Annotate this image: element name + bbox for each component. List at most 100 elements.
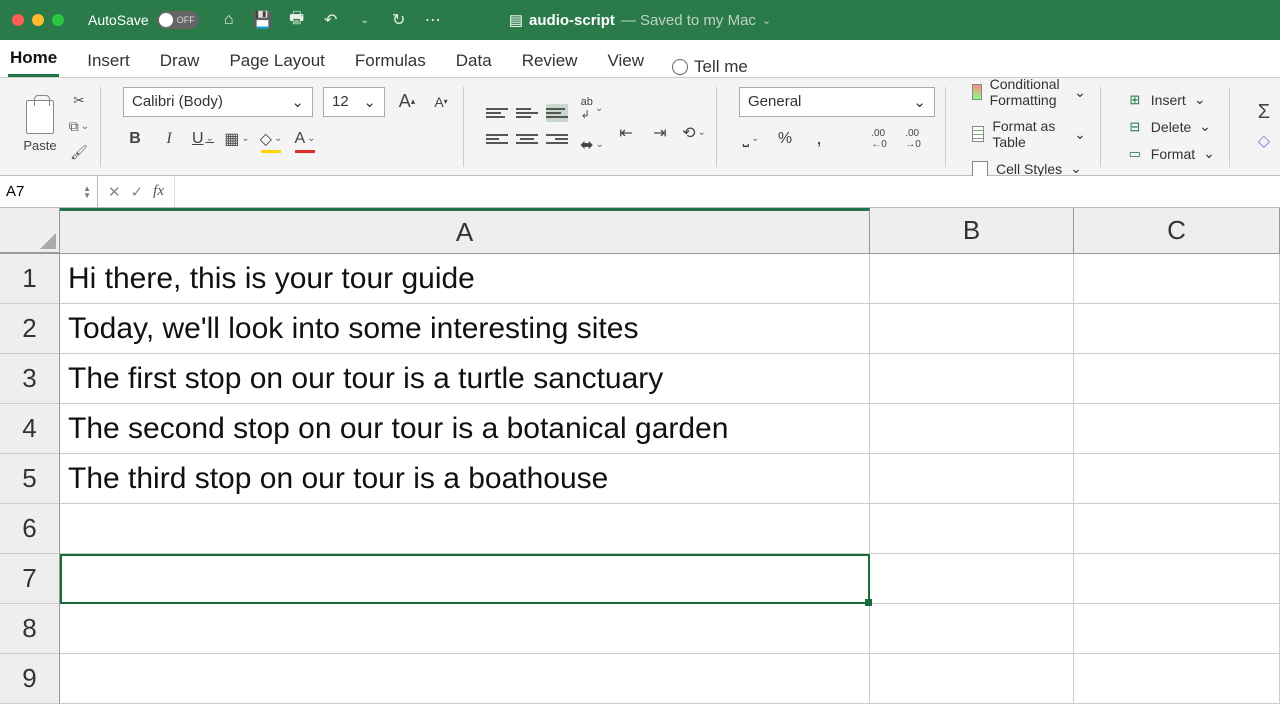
- redo-icon[interactable]: ↻: [389, 10, 409, 30]
- zoom-window[interactable]: [52, 14, 64, 26]
- save-icon[interactable]: 💾: [253, 10, 273, 30]
- close-window[interactable]: [12, 14, 24, 26]
- align-left[interactable]: [486, 130, 508, 148]
- fill-color-button[interactable]: ◇: [259, 127, 283, 151]
- align-middle[interactable]: [516, 104, 538, 122]
- row-header[interactable]: 6: [0, 504, 60, 554]
- cell-b6[interactable]: [870, 504, 1074, 554]
- column-header-c[interactable]: C: [1074, 208, 1280, 253]
- more-icon[interactable]: ⋯: [423, 10, 443, 30]
- cell-a1[interactable]: Hi there, this is your tour guide: [60, 254, 870, 304]
- select-all-corner[interactable]: [0, 208, 60, 253]
- undo-icon[interactable]: ↶: [321, 10, 341, 30]
- cell-a2[interactable]: Today, we'll look into some interesting …: [60, 304, 870, 354]
- insert-cells-button[interactable]: ⊞Insert ⌄: [1123, 88, 1219, 111]
- font-name-select[interactable]: Calibri (Body)⌄: [123, 87, 313, 117]
- merge-button[interactable]: ⬌: [580, 133, 604, 157]
- minimize-window[interactable]: [32, 14, 44, 26]
- format-painter-icon[interactable]: 🖌: [68, 144, 90, 162]
- undo-dropdown-icon[interactable]: ⌄: [355, 10, 375, 30]
- cell-c5[interactable]: [1074, 454, 1280, 504]
- format-as-table-button[interactable]: Format as Table ⌄: [968, 115, 1090, 153]
- tab-view[interactable]: View: [605, 45, 646, 77]
- cell-a3[interactable]: The first stop on our tour is a turtle s…: [60, 354, 870, 404]
- cell-c6[interactable]: [1074, 504, 1280, 554]
- underline-button[interactable]: U: [191, 127, 215, 151]
- cell-b2[interactable]: [870, 304, 1074, 354]
- column-header-a[interactable]: A: [60, 208, 870, 253]
- namebox-stepper[interactable]: ▲▼: [83, 185, 91, 199]
- cell-b7[interactable]: [870, 554, 1074, 604]
- orientation-button[interactable]: ⟲: [682, 121, 706, 145]
- increase-indent-icon[interactable]: ⇥: [648, 121, 672, 145]
- clear-button[interactable]: ◇: [1252, 129, 1276, 153]
- cell-b1[interactable]: [870, 254, 1074, 304]
- bold-button[interactable]: B: [123, 127, 147, 151]
- comma-format-button[interactable]: ,: [807, 127, 831, 151]
- fx-icon[interactable]: fx: [153, 183, 164, 201]
- format-cells-button[interactable]: ▭Format ⌄: [1123, 142, 1219, 165]
- row-header[interactable]: 7: [0, 554, 60, 604]
- font-color-button[interactable]: A: [293, 127, 317, 151]
- conditional-formatting-button[interactable]: Conditional Formatting ⌄: [968, 73, 1090, 111]
- cell-a8[interactable]: [60, 604, 870, 654]
- cell-c2[interactable]: [1074, 304, 1280, 354]
- row-header[interactable]: 4: [0, 404, 60, 454]
- cell-b8[interactable]: [870, 604, 1074, 654]
- wrap-text-button[interactable]: ab↲: [580, 97, 604, 121]
- enter-formula-icon[interactable]: ✓: [131, 183, 144, 201]
- decrease-decimal-button[interactable]: .00→0: [901, 127, 925, 151]
- row-header[interactable]: 9: [0, 654, 60, 704]
- row-header[interactable]: 1: [0, 254, 60, 304]
- row-header[interactable]: 8: [0, 604, 60, 654]
- align-bottom[interactable]: [546, 104, 568, 122]
- align-top[interactable]: [486, 104, 508, 122]
- number-format-select[interactable]: General⌄: [739, 87, 935, 117]
- cell-c3[interactable]: [1074, 354, 1280, 404]
- cell-b9[interactable]: [870, 654, 1074, 704]
- document-title[interactable]: ▤ audio-script — Saved to my Mac ⌄: [509, 11, 771, 29]
- autosum-button[interactable]: Σ: [1252, 101, 1276, 125]
- increase-decimal-button[interactable]: .00←0: [867, 127, 891, 151]
- increase-font-icon[interactable]: A▴: [395, 90, 419, 114]
- italic-button[interactable]: I: [157, 127, 181, 151]
- cancel-formula-icon[interactable]: ✕: [108, 183, 121, 201]
- cell-b5[interactable]: [870, 454, 1074, 504]
- cell-a6[interactable]: [60, 504, 870, 554]
- cell-b4[interactable]: [870, 404, 1074, 454]
- row-header[interactable]: 5: [0, 454, 60, 504]
- tab-home[interactable]: Home: [8, 42, 59, 77]
- cell-c7[interactable]: [1074, 554, 1280, 604]
- borders-button[interactable]: ▦: [225, 127, 249, 151]
- tab-page-layout[interactable]: Page Layout: [227, 45, 326, 77]
- column-header-b[interactable]: B: [870, 208, 1074, 253]
- cell-a4[interactable]: The second stop on our tour is a botanic…: [60, 404, 870, 454]
- font-size-select[interactable]: 12⌄: [323, 87, 385, 117]
- tell-me[interactable]: Tell me: [672, 57, 748, 77]
- decrease-font-icon[interactable]: A▾: [429, 90, 453, 114]
- cell-a9[interactable]: [60, 654, 870, 704]
- tab-formulas[interactable]: Formulas: [353, 45, 428, 77]
- delete-cells-button[interactable]: ⊟Delete ⌄: [1123, 115, 1219, 138]
- cell-c1[interactable]: [1074, 254, 1280, 304]
- tab-draw[interactable]: Draw: [158, 45, 202, 77]
- tab-review[interactable]: Review: [520, 45, 580, 77]
- formula-input[interactable]: [174, 176, 1280, 207]
- align-center[interactable]: [516, 130, 538, 148]
- cell-a5[interactable]: The third stop on our tour is a boathous…: [60, 454, 870, 504]
- cut-icon[interactable]: ✂: [68, 92, 90, 110]
- row-header[interactable]: 2: [0, 304, 60, 354]
- cell-c4[interactable]: [1074, 404, 1280, 454]
- print-icon[interactable]: 🖶: [287, 10, 307, 30]
- accounting-format-button[interactable]: ⎵: [739, 127, 763, 151]
- align-right[interactable]: [546, 130, 568, 148]
- decrease-indent-icon[interactable]: ⇤: [614, 121, 638, 145]
- cell-a7[interactable]: [60, 554, 870, 604]
- copy-icon[interactable]: ⧉: [68, 118, 90, 136]
- cell-c9[interactable]: [1074, 654, 1280, 704]
- paste-button[interactable]: Paste: [18, 100, 62, 153]
- tab-insert[interactable]: Insert: [85, 45, 132, 77]
- name-box[interactable]: A7 ▲▼: [0, 176, 98, 207]
- percent-format-button[interactable]: %: [773, 127, 797, 151]
- row-header[interactable]: 3: [0, 354, 60, 404]
